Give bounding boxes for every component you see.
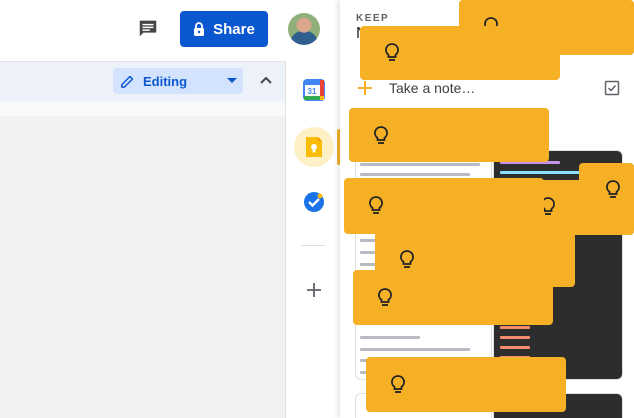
lightbulb-icon <box>385 43 399 61</box>
doc-header: Share <box>0 0 340 60</box>
lightbulb-icon <box>391 375 405 393</box>
document-page <box>0 116 285 418</box>
editing-mode-dropdown[interactable]: Editing <box>113 68 243 94</box>
keep-section-label: KEEP <box>356 13 390 24</box>
lightbulb-icon <box>374 126 388 144</box>
lightbulb-icon <box>606 180 620 198</box>
editing-mode-label: Editing <box>143 73 188 89</box>
pencil-icon <box>121 75 134 88</box>
note-placeholder: Take a note… <box>389 80 476 96</box>
lightbulb-overlay <box>344 178 544 234</box>
chevron-down-icon <box>227 78 237 83</box>
plus-icon[interactable] <box>304 280 324 300</box>
svg-text:31: 31 <box>308 87 317 96</box>
lightbulb-icon <box>400 250 414 268</box>
lightbulb-icon <box>369 196 383 214</box>
share-button[interactable]: Share <box>180 11 268 47</box>
lightbulb-overlay <box>579 163 634 217</box>
calendar-icon[interactable]: 31 <box>303 79 325 101</box>
side-panel-rail: 31 <box>285 61 341 418</box>
share-label: Share <box>213 20 255 38</box>
chevron-up-icon[interactable] <box>258 72 274 88</box>
doc-toolbar: Editing <box>0 61 285 101</box>
lightbulb-icon <box>378 288 392 306</box>
lightbulb-overlay <box>360 26 560 80</box>
lightbulb-overlay <box>366 357 566 412</box>
lock-icon <box>194 22 205 36</box>
comment-icon[interactable] <box>137 17 159 39</box>
keep-icon[interactable] <box>303 136 325 158</box>
app-window: Share Editing 31 KEEP Take a note… <box>0 0 634 418</box>
lightbulb-overlay <box>353 270 553 325</box>
plus-icon <box>358 81 372 95</box>
avatar[interactable] <box>288 13 320 45</box>
rail-divider <box>301 245 325 246</box>
lightbulb-overlay <box>349 108 549 162</box>
tasks-icon[interactable] <box>303 191 325 213</box>
checkbox-icon[interactable] <box>604 80 620 96</box>
